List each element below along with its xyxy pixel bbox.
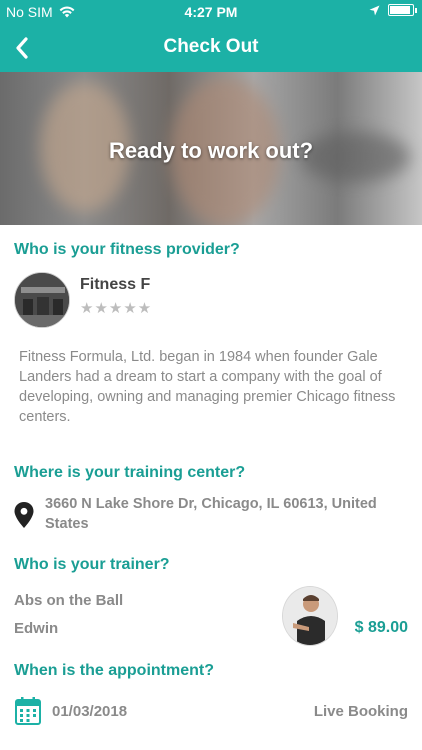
provider-description: Fitness Formula, Ltd. began in 1984 when… [19, 349, 396, 425]
battery-icon [388, 4, 417, 16]
rating-stars: ★★★★★ [80, 300, 153, 317]
address-text: 3660 N Lake Shore Dr, Chicago, IL 60613,… [45, 496, 377, 532]
trainer-name: Edwin [14, 620, 59, 637]
header: No SIM 4:27 PM Check Out [0, 0, 422, 72]
hero-banner: Ready to work out? [0, 72, 422, 225]
provider-avatar [14, 272, 70, 328]
appointment-heading: When is the appointment? [14, 662, 214, 679]
booking-type: Live Booking [313, 703, 408, 720]
page-title: Check Out [163, 36, 259, 57]
gym-photo-icon [15, 273, 69, 327]
trainer-heading: Who is your trainer? [14, 556, 170, 573]
hero-title: Ready to work out? [108, 138, 314, 163]
status-right [369, 4, 417, 16]
calendar-icon [15, 697, 41, 725]
status-time: 4:27 PM [184, 4, 238, 20]
provider-name: Fitness F [80, 276, 151, 293]
location-heading: Where is your training center? [14, 464, 246, 481]
price: $ 89.00 [354, 619, 408, 636]
class-name: Abs on the Ball [14, 592, 124, 609]
map-pin-icon [14, 502, 34, 528]
provider-heading: Who is your fitness provider? [14, 241, 240, 258]
nav-bar: Check Out [0, 24, 422, 72]
appointment-date[interactable]: 01/03/2018 [52, 703, 127, 720]
location-arrow-icon [369, 5, 380, 15]
trainer-photo-icon [283, 587, 337, 645]
trainer-avatar [282, 586, 338, 646]
status-bar: No SIM 4:27 PM [0, 0, 422, 24]
